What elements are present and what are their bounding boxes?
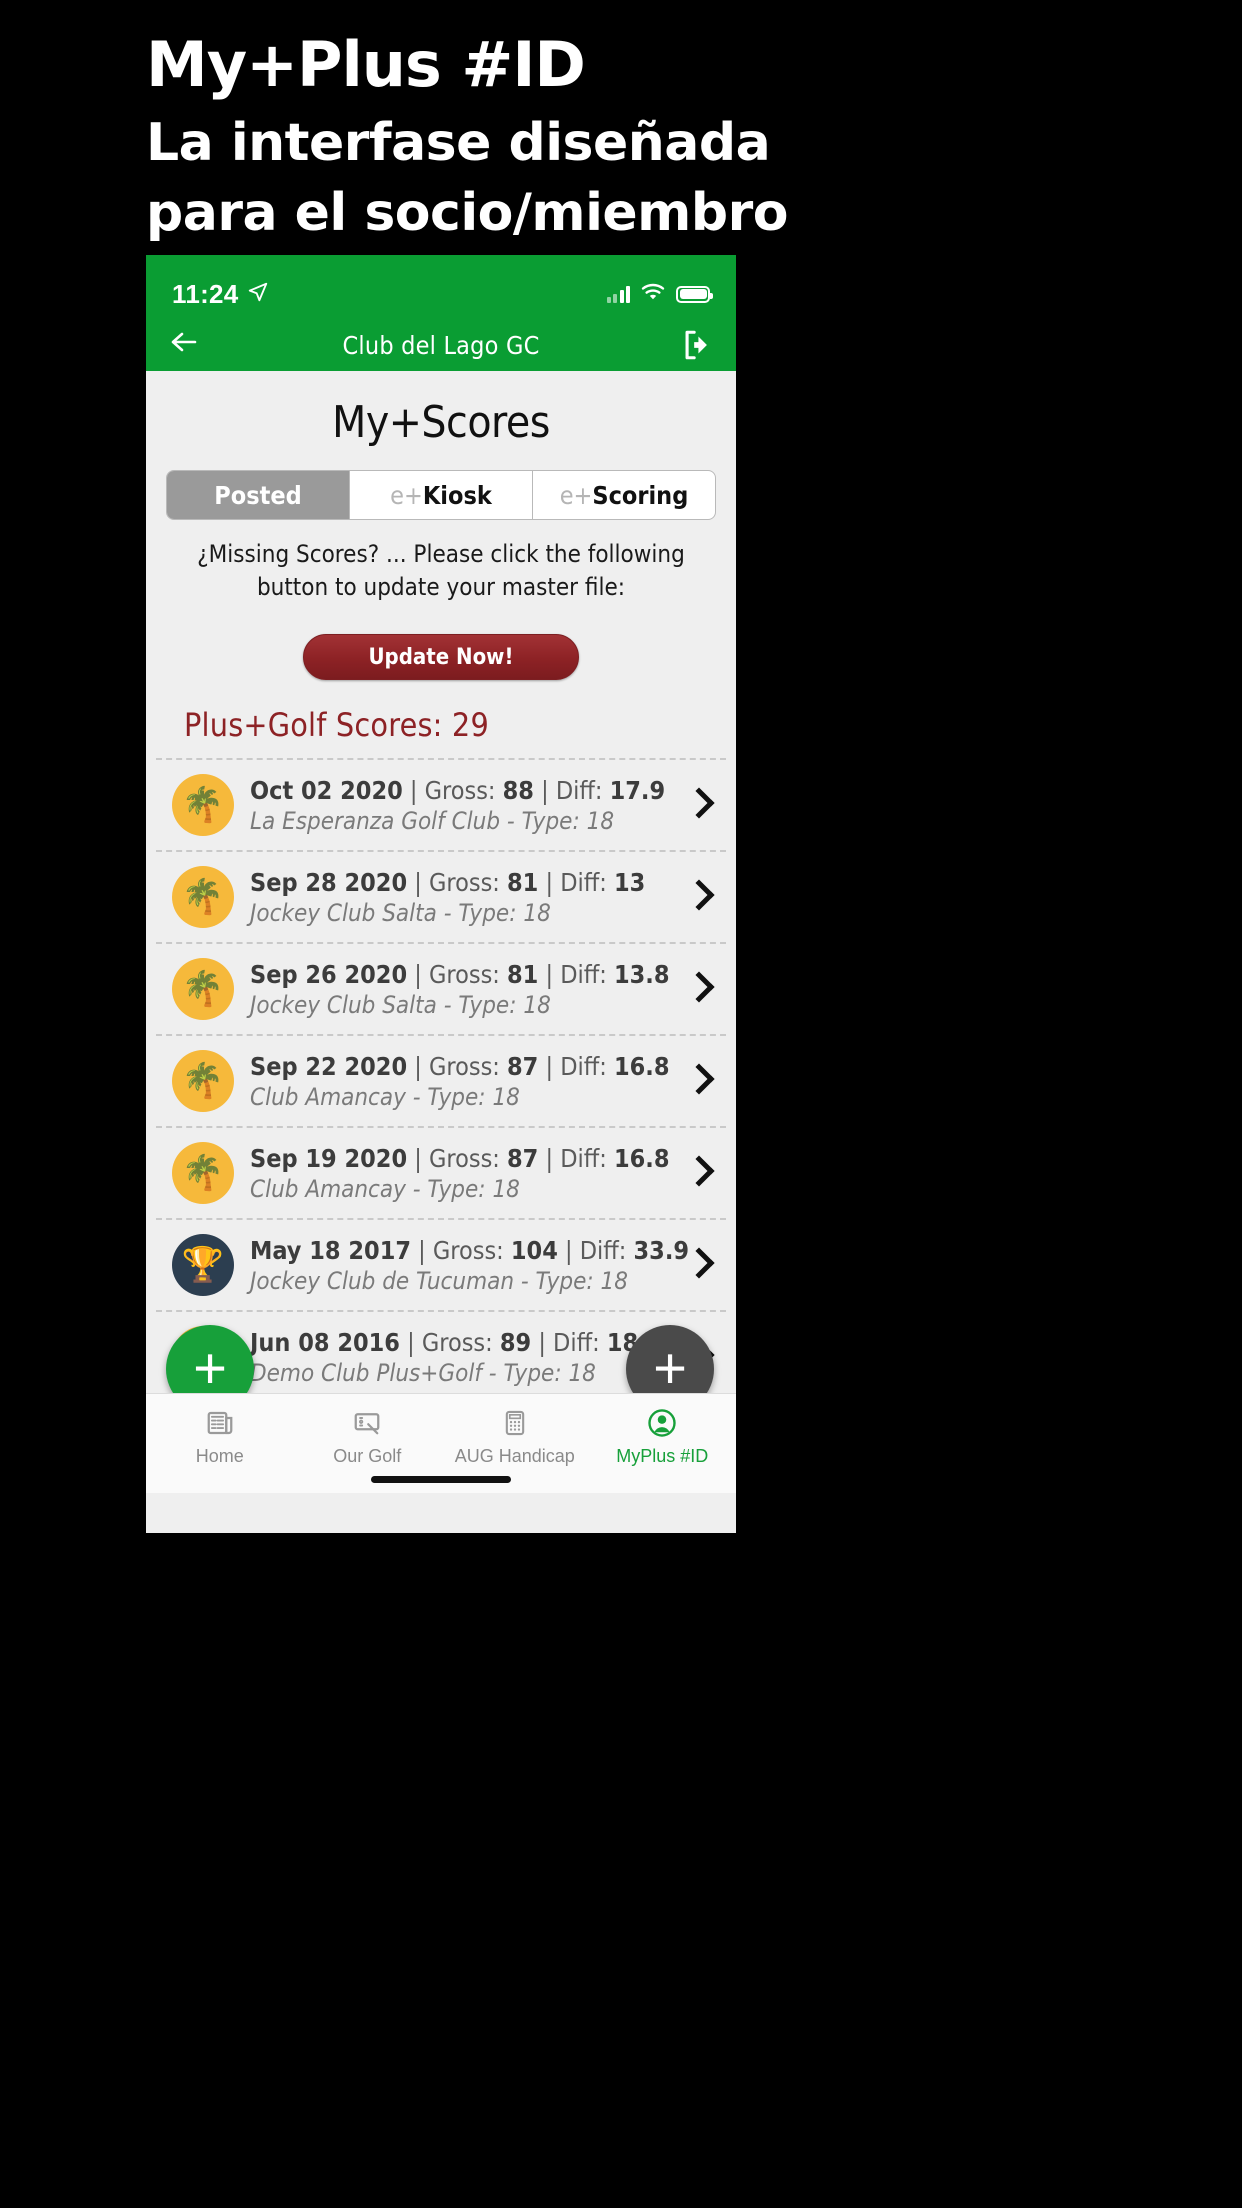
score-row[interactable]: 🌴 Oct 02 2020 | Gross: 88 | Diff: 17.9 La …	[156, 758, 726, 850]
battery-full-icon	[676, 285, 713, 303]
score-row-primary: Sep 22 2020 | Gross: 87 | Diff: 16.8	[250, 1051, 670, 1081]
palm-island-icon: 🌴	[172, 958, 234, 1020]
back-arrow-icon[interactable]	[168, 330, 212, 360]
tab-ekiosk-label: Kiosk	[422, 480, 492, 510]
status-clock: 11:24	[172, 279, 269, 310]
tab-our-golf[interactable]: Our Golf	[294, 1406, 442, 1467]
screen-body: My+Scores Posted e+ Kiosk e+ Scoring ¿Miss…	[146, 371, 736, 1493]
navigation-bar: Club del Lago GC	[146, 319, 736, 371]
user-circle-icon	[647, 1406, 677, 1440]
promo-title: My+Plus #ID	[146, 28, 586, 101]
tab-our-golf-label: Our Golf	[333, 1446, 402, 1466]
score-row-primary: Sep 28 2020 | Gross: 81 | Diff: 13	[250, 867, 646, 897]
score-row[interactable]: 🌴 Sep 22 2020 | Gross: 87 | Diff: 16.8 Clu…	[156, 1034, 726, 1126]
trophy-icon: 🏆	[172, 1234, 234, 1296]
scores-segmented-control: Posted e+ Kiosk e+ Scoring	[166, 470, 716, 520]
chevron-right-icon[interactable]	[684, 877, 718, 917]
tab-escoring-prefix: e+	[559, 480, 593, 510]
score-row-text: Sep 26 2020 | Gross: 81 | Diff: 13.8 Jock…	[250, 959, 670, 1019]
score-row-secondary: Club Amancay - Type: 18	[250, 1174, 520, 1203]
logout-icon[interactable]	[680, 328, 714, 362]
score-row[interactable]: 🌴 Sep 28 2020 | Gross: 81 | Diff: 13 Jocke…	[156, 850, 726, 942]
score-row-secondary: Club Amancay - Type: 18	[250, 1082, 520, 1111]
palm-island-icon: 🌴	[172, 866, 234, 928]
score-row-text: Sep 28 2020 | Gross: 81 | Diff: 13 Jockey…	[250, 868, 668, 927]
score-row-secondary: La Esperanza Golf Club - Type: 18	[250, 806, 615, 835]
chevron-right-icon[interactable]	[684, 969, 718, 1009]
calculator-icon	[501, 1406, 529, 1440]
tab-myplus-id-label: MyPlus #ID	[616, 1446, 709, 1466]
score-row-text: Oct 02 2020 | Gross: 88 | Diff: 17.9 La E…	[250, 776, 668, 835]
score-row-text: Jun 08 2016 | Gross: 89 | Diff: 18.2Demo…	[250, 1328, 668, 1387]
score-row-text: Sep 22 2020 | Gross: 87 | Diff: 16.8 Club…	[250, 1051, 670, 1111]
tab-escoring[interactable]: e+ Scoring	[533, 471, 715, 519]
location-arrow-icon	[247, 279, 269, 310]
score-row-primary: May 18 2017 | Gross: 104 | Diff: 33.9	[250, 1235, 690, 1265]
home-indicator	[371, 1476, 511, 1483]
scores-list: 🌴 Oct 02 2020 | Gross: 88 | Diff: 17.9 La …	[156, 758, 726, 1402]
score-row-secondary: Jockey Club Salta - Type: 18	[250, 898, 551, 927]
tab-home-label: Home	[195, 1446, 244, 1466]
palm-island-icon: 🌴	[172, 774, 234, 836]
score-row-primary: Jun 08 2016 | Gross: 89 | Diff: 18.2	[250, 1327, 662, 1357]
chevron-right-icon[interactable]	[684, 1245, 718, 1285]
chevron-right-icon[interactable]	[684, 1061, 718, 1101]
chevron-right-icon[interactable]	[684, 785, 718, 825]
phone-screen: 11:24 Club del Lago GC My+Scores Posted	[146, 255, 736, 1533]
score-row-secondary: Jockey Club Salta - Type: 18	[250, 990, 551, 1019]
score-row-primary: Sep 26 2020 | Gross: 81 | Diff: 13.8	[250, 959, 670, 989]
score-row[interactable]: 🌴 Sep 19 2020 | Gross: 87 | Diff: 16.8 Clu…	[156, 1126, 726, 1218]
score-row-secondary: Jockey Club de Tucuman - Type: 18	[250, 1266, 628, 1295]
score-row-primary: Sep 19 2020 | Gross: 87 | Diff: 16.8	[250, 1143, 670, 1173]
page-title: My+Scores	[332, 397, 550, 448]
score-row-text: Sep 19 2020 | Gross: 87 | Diff: 16.8 Club…	[250, 1143, 670, 1203]
status-bar: 11:24	[146, 255, 736, 319]
wifi-icon	[641, 283, 665, 306]
tab-myplus-id[interactable]: MyPlus #ID	[589, 1406, 737, 1467]
score-row[interactable]: 🌴 Sep 26 2020 | Gross: 81 | Diff: 13.8 Joc…	[156, 942, 726, 1034]
status-time: 11:24	[172, 278, 239, 309]
update-now-button[interactable]: Update Now!	[303, 634, 579, 680]
tab-home[interactable]: Home	[146, 1406, 294, 1467]
status-indicators	[606, 283, 713, 306]
score-row-text: May 18 2017 | Gross: 104 | Diff: 33.9 Joc…	[250, 1235, 690, 1295]
tab-escoring-label: Scoring	[592, 480, 689, 510]
tab-aug-handicap[interactable]: AUG Handicap	[441, 1406, 589, 1467]
score-row[interactable]: 🏆 May 18 2017 | Gross: 104 | Diff: 33.9 Jo…	[156, 1218, 726, 1310]
score-row-primary: Oct 02 2020 | Gross: 88 | Diff: 17.9	[250, 775, 666, 805]
tab-posted[interactable]: Posted	[167, 471, 350, 519]
promo-heading: My+Plus #ID La interfase diseñada para e…	[146, 28, 1206, 248]
palm-island-icon: 🌴	[172, 1050, 234, 1112]
tab-ekiosk-prefix: e+	[390, 480, 423, 510]
promo-subtitle-line2: para el socio/miembro	[146, 183, 788, 243]
scores-count-header: Plus+Golf Scores: 29	[184, 706, 489, 744]
tab-aug-handicap-label: AUG Handicap	[454, 1446, 575, 1466]
tab-posted-label: Posted	[214, 480, 302, 510]
promo-subtitle-line1: La interfase diseñada	[146, 113, 771, 173]
missing-scores-hint: ¿Missing Scores? ... Please click the fo…	[197, 540, 685, 601]
cellular-signal-icon	[606, 285, 630, 303]
tablet-pen-icon	[352, 1406, 382, 1440]
tab-ekiosk[interactable]: e+ Kiosk	[350, 471, 533, 519]
chevron-right-icon[interactable]	[684, 1153, 718, 1193]
score-row-secondary: Demo Club Plus+Golf - Type: 18	[250, 1358, 596, 1387]
palm-island-icon: 🌴	[172, 1142, 234, 1204]
navbar-title: Club del Lago GC	[342, 330, 540, 360]
newspaper-icon	[205, 1406, 235, 1440]
